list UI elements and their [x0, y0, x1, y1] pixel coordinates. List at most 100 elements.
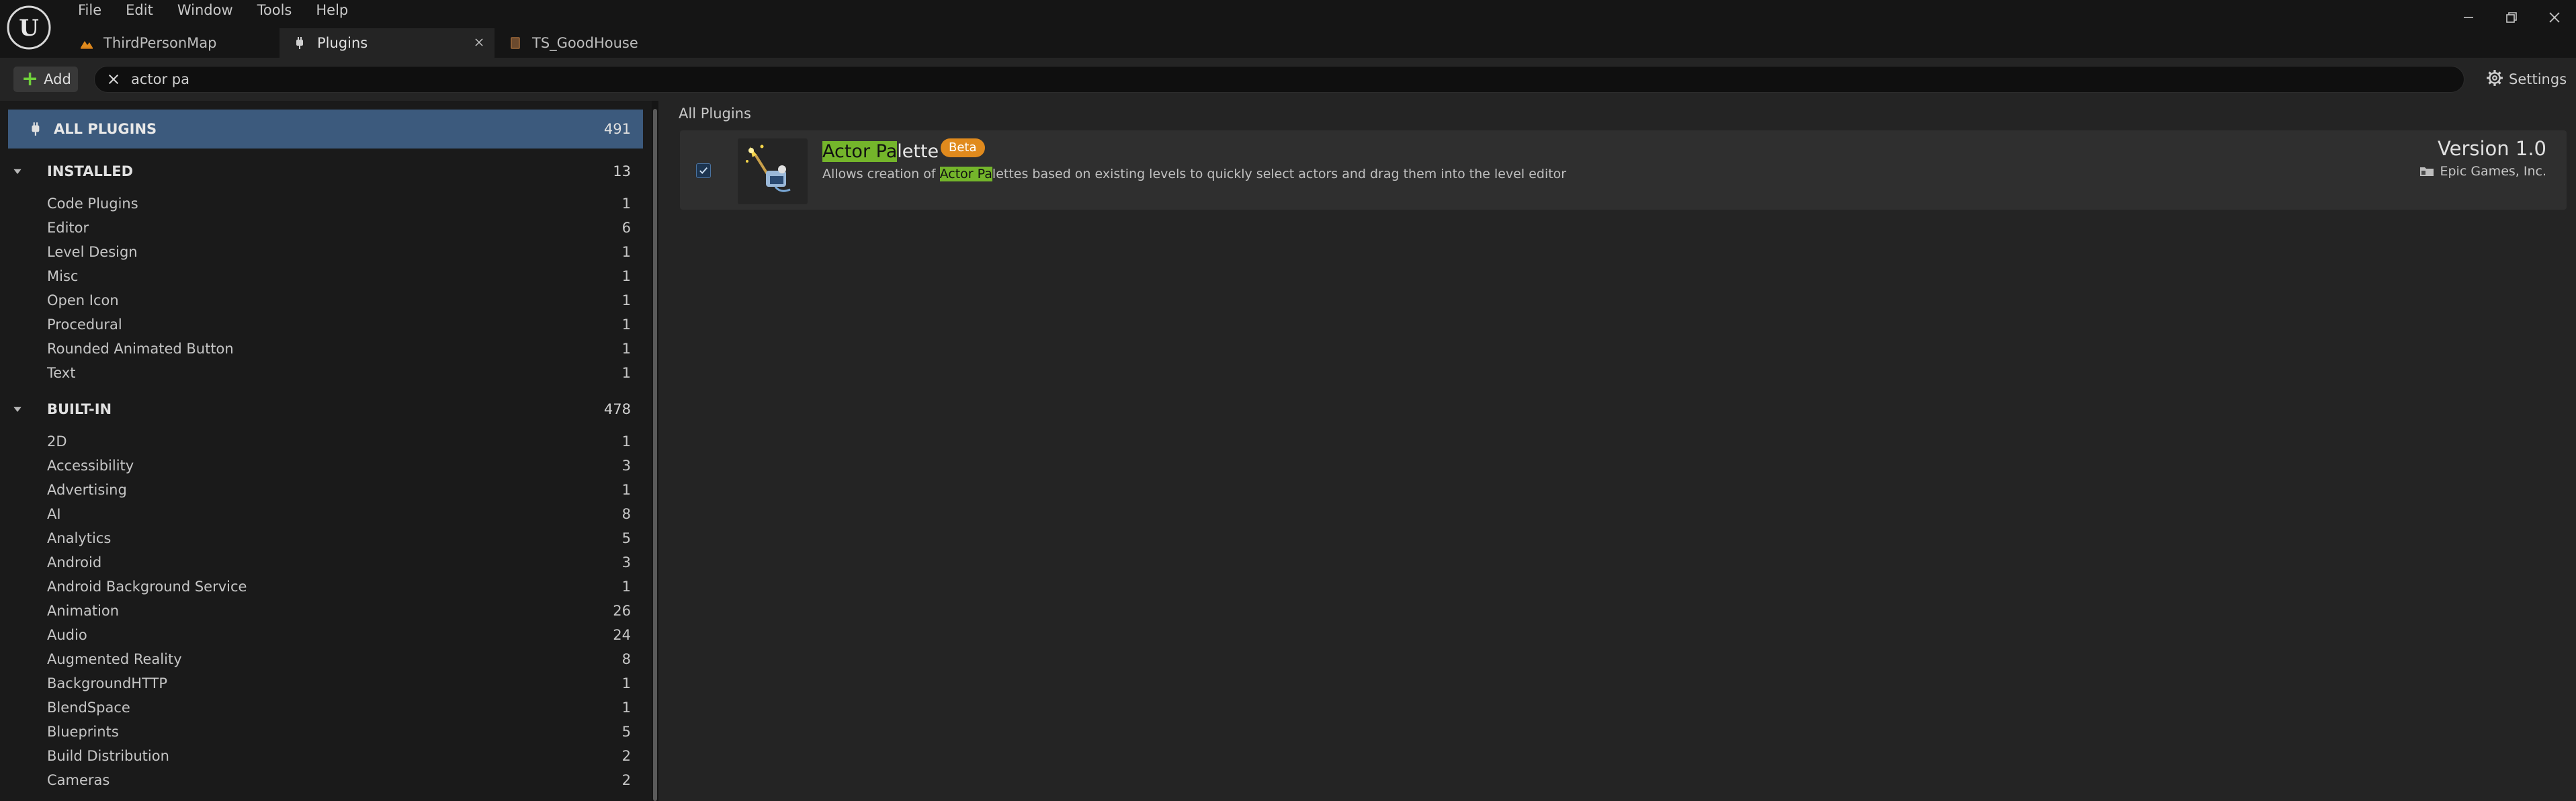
plugin-author-name: Epic Games, Inc.	[2440, 164, 2546, 179]
sidebar-item-label: Open Icon	[47, 292, 119, 308]
sidebar-item-count: 1	[621, 196, 631, 212]
clear-search-button[interactable]	[99, 66, 128, 93]
sidebar-item-label: Code Plugins	[47, 196, 138, 212]
minimize-button[interactable]	[2447, 0, 2490, 35]
search-input[interactable]	[128, 67, 2464, 92]
menu-window[interactable]: Window	[165, 0, 245, 20]
window-controls	[2447, 0, 2576, 35]
plug-icon	[293, 36, 308, 50]
plug-icon	[28, 120, 46, 138]
sidebar-item-blueprints[interactable]: Blueprints 5	[8, 720, 643, 744]
plugin-description-highlight: Actor Pa	[939, 167, 992, 181]
plugin-card-actor-palette[interactable]: Actor Palette Beta Allows creation of Ac…	[680, 130, 2567, 210]
sidebar-item-count: 2	[621, 772, 631, 788]
menu-file[interactable]: File	[66, 0, 114, 20]
category-sidebar: ALL PLUGINS 491 INSTALLED 13 Code Plugin…	[0, 101, 652, 801]
sidebar-item-label: AI	[47, 506, 61, 522]
close-window-button[interactable]	[2533, 0, 2576, 35]
chevron-down-icon[interactable]	[11, 165, 24, 178]
sidebar-item-ai[interactable]: AI 8	[8, 502, 643, 526]
sidebar-item-label: Editor	[47, 220, 89, 236]
plugin-author: Epic Games, Inc.	[2419, 164, 2546, 179]
chevron-down-icon[interactable]	[11, 403, 24, 416]
sidebar-scroll-thumb[interactable]	[653, 109, 657, 801]
sidebar-item-advertising[interactable]: Advertising 1	[8, 478, 643, 502]
sidebar-item-audio[interactable]: Audio 24	[8, 623, 643, 647]
sidebar-item-android-background-service[interactable]: Android Background Service 1	[8, 575, 643, 599]
minimize-icon	[2464, 17, 2473, 18]
sidebar-item-code-plugins[interactable]: Code Plugins 1	[8, 192, 643, 216]
sidebar-item-label: Accessibility	[47, 458, 134, 474]
sidebar-item-count: 3	[621, 554, 631, 571]
sidebar-item-label: BlendSpace	[47, 700, 130, 716]
sidebar-item-label: Rounded Animated Button	[47, 341, 234, 357]
unreal-logo-icon[interactable]: U	[5, 4, 52, 51]
map-icon	[79, 36, 94, 50]
sidebar-item-count: 2	[621, 748, 631, 764]
sidebar-item-blendspace[interactable]: BlendSpace 1	[8, 695, 643, 720]
sidebar-item-label: Android	[47, 554, 102, 571]
sidebar-item-accessibility[interactable]: Accessibility 3	[8, 454, 643, 478]
add-button[interactable]: + Add	[13, 67, 78, 92]
sidebar-item-animation[interactable]: Animation 26	[8, 599, 643, 623]
search-box	[94, 66, 2464, 93]
sidebar-item-label: Android Background Service	[47, 579, 247, 595]
plugin-enabled-checkbox[interactable]	[696, 163, 711, 178]
sidebar-item-android[interactable]: Android 3	[8, 550, 643, 575]
sidebar-item-count: 5	[621, 530, 631, 546]
sidebar-item-count: 1	[621, 675, 631, 691]
sidebar-item-text[interactable]: Text 1	[8, 361, 643, 385]
sidebar-item-count: 3	[621, 458, 631, 474]
restore-icon	[2506, 12, 2517, 23]
sidebar-item-misc[interactable]: Misc 1	[8, 264, 643, 288]
restore-button[interactable]	[2490, 0, 2533, 35]
sidebar-item-cameras[interactable]: Cameras 2	[8, 768, 643, 792]
sidebar-item-open-icon[interactable]: Open Icon 1	[8, 288, 643, 312]
sidebar-item-augmented-reality[interactable]: Augmented Reality 8	[8, 647, 643, 671]
sidebar-item-procedural[interactable]: Procedural 1	[8, 312, 643, 337]
document-tabs: ThirdPersonMap Plugins TS_GoodHouse	[66, 28, 649, 58]
actor-palette-icon	[738, 138, 808, 204]
title-bar: U File Edit Window Tools Help ThirdPerso…	[0, 0, 2576, 58]
sidebar-item-count: 1	[621, 244, 631, 260]
menu-help[interactable]: Help	[304, 0, 360, 20]
sidebar-item-count: 491	[603, 121, 631, 137]
sidebar-item-label: Audio	[47, 627, 87, 643]
sidebar-item-count: 1	[621, 482, 631, 498]
sidebar-item-backgroundhttp[interactable]: BackgroundHTTP 1	[8, 671, 643, 695]
category-header-count: 478	[603, 401, 631, 417]
sidebar-item-label: Text	[47, 365, 76, 381]
plugin-description-prefix: Allows creation of	[822, 167, 940, 181]
breadcrumb: All Plugins	[679, 106, 751, 122]
sidebar-item-build-distribution[interactable]: Build Distribution 2	[8, 744, 643, 768]
category-header-installed[interactable]: INSTALLED 13	[8, 160, 643, 183]
sidebar-item-count: 1	[621, 700, 631, 716]
menu-bar: File Edit Window Tools Help	[66, 0, 360, 20]
sidebar-item-count: 24	[613, 627, 631, 643]
sidebar-item-all-plugins[interactable]: ALL PLUGINS 491	[8, 110, 643, 149]
sidebar-item-2d[interactable]: 2D 1	[8, 429, 643, 454]
sidebar-item-analytics[interactable]: Analytics 5	[8, 526, 643, 550]
close-tab-button[interactable]	[472, 35, 486, 50]
built-in-category-list: 2D 1 Accessibility 3 Advertising 1 AI 8 Anal…	[8, 429, 643, 792]
sidebar-item-label: Advertising	[47, 482, 127, 498]
tab-label: TS_GoodHouse	[532, 35, 638, 51]
menu-tools[interactable]: Tools	[245, 0, 304, 20]
sidebar-item-rounded-animated-button[interactable]: Rounded Animated Button 1	[8, 337, 643, 361]
svg-text:U: U	[19, 15, 39, 42]
tab-ts-goodhouse[interactable]: TS_GoodHouse	[495, 28, 649, 58]
tab-plugins[interactable]: Plugins	[280, 28, 495, 58]
settings-button[interactable]: Settings	[2486, 66, 2567, 93]
tab-third-person-map[interactable]: ThirdPersonMap	[66, 28, 280, 58]
sidebar-scrollbar[interactable]	[652, 101, 658, 801]
sidebar-item-label: Misc	[47, 268, 79, 284]
category-header-label: INSTALLED	[47, 163, 133, 179]
menu-edit[interactable]: Edit	[114, 0, 165, 20]
add-button-label: Add	[44, 71, 71, 87]
sidebar-item-editor[interactable]: Editor 6	[8, 216, 643, 240]
sidebar-item-count: 1	[621, 341, 631, 357]
category-header-built-in[interactable]: BUILT-IN 478	[8, 398, 643, 421]
sidebar-item-label: Level Design	[47, 244, 138, 260]
plugin-list-panel: All Plugins Actor Palette Beta Allows cr	[658, 101, 2576, 801]
sidebar-item-level-design[interactable]: Level Design 1	[8, 240, 643, 264]
